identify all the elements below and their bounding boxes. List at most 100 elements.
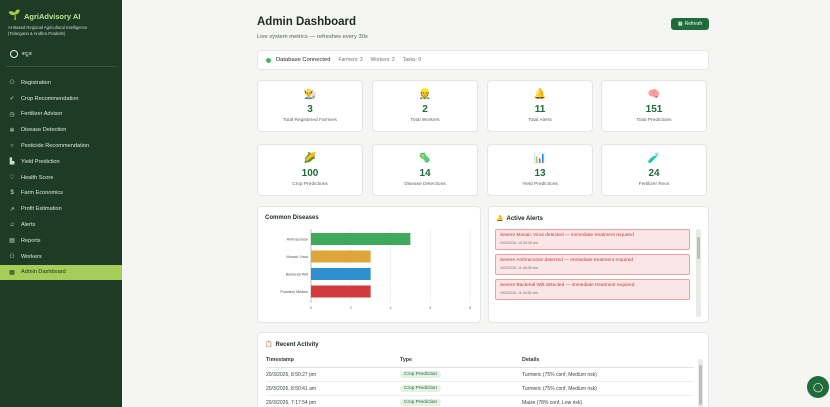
connection-status: Database Connected [276,57,331,63]
table-row: 20/3/2026, 7:17:54 pm Crop Prediction Maiz… [266,395,694,407]
col-type: Type [400,353,522,368]
corn-icon: 🌽 [303,153,317,164]
diseases-bar-chart: 0 2 4 6 8 Anthracnose Mosaic Virus Bacterial Wi… [280,229,471,310]
stat-label: Fertilizer Recs [638,182,670,187]
activity-scroll-thumb[interactable] [699,365,702,405]
chat-bubble-icon: ◯ [812,381,824,392]
sidebar-item-label: Farm Economics [21,190,63,197]
sidebar-item-admin-dashboard[interactable]: ▦ Admin Dashboard [0,264,122,281]
tasks-count: Tasks: 0 [402,57,422,63]
brand-subtitle: AI-Based Regional Agricultural Intellige… [8,25,114,36]
stat-label: Total Alerts [528,118,552,123]
active-alerts-header: 🔔 Active Alerts [496,215,543,223]
x-tick-label: 4 [389,306,391,310]
stat-value: 100 [301,168,319,179]
sidebar-item-health-score[interactable]: ♡ Health Score [0,170,122,186]
stat-value: 2 [422,104,428,115]
chart-bar[interactable] [311,268,371,280]
recent-activity-header: 📋 Recent Activity [265,341,319,349]
alert-item[interactable]: Severe Bacterial Wilt detected — immedia… [495,279,690,300]
brand: 🌱 AgriAdvisory AI AI-Based Regional Agri… [0,0,122,42]
x-tick-label: 0 [310,306,312,310]
dollar-icon: $ [10,190,14,197]
worker-icon: 👷 [418,89,432,100]
refresh-label: Refresh [684,21,703,27]
sidebar-item-label: Alerts [21,222,36,229]
language-selector[interactable]: ಕನ್ನಡ [6,46,116,67]
alert-item[interactable]: Severe Mosaic Virus detected — immediate… [495,229,690,250]
workers-count: Workers: 2 [370,57,395,63]
chart-bar[interactable] [311,233,411,245]
alert-date: 19/3/2026, 11:48:09 am [500,266,538,270]
sidebar-item-disease-detection[interactable]: ✲ Disease Detection [0,122,122,138]
x-tick-label: 2 [350,306,352,310]
stat-value: 11 [534,104,546,115]
sidebar-item-label: Health Score [21,174,54,181]
sidebar-item-reports[interactable]: ▤ Reports [0,233,122,249]
sidebar-item-fertilizer-advisor[interactable]: ◷ Fertilizer Advisor [0,107,122,123]
stat-label: Total Predictions [636,118,672,123]
category-label: Bacterial Wilt [286,272,309,276]
activity-table-body: 20/3/2026, 8:50:27 pm Crop Prediction Turm… [266,367,694,407]
sidebar-item-label: Disease Detection [21,127,67,134]
activity-header-row: Timestamp Type Details [266,353,694,368]
stat-card: 🔔 11 Total Alerts [487,80,593,132]
page-title: Admin Dashboard [257,16,357,28]
alert-date: 20/3/2026, 10:53:08 am [500,241,538,245]
farmers-count: Farmers: 3 [338,57,363,63]
sidebar-nav: ⚇ Registration ✓ Crop Recommendation ◷ Fertil… [0,75,122,281]
sidebar-item-label: Pesticide Recommendation [21,143,90,150]
chart-bar[interactable] [311,285,371,298]
activity-icon: 📋 [265,342,273,348]
col-details: Details [522,353,694,368]
alert-item[interactable]: Severe Anthracnose detected — immediate … [495,254,690,275]
row-type: Crop Prediction [400,395,522,407]
refresh-icon: ▦ [677,21,683,27]
stat-value: 14 [419,168,431,179]
syringe-icon: 🧪 [647,153,661,164]
shield-icon: ○ [10,143,14,150]
alert-date: 19/3/2026, 11:44:52 am [500,291,538,295]
stat-card: 🧠 151 Total Predictions [601,80,707,132]
sidebar-item-alerts[interactable]: ♫ Alerts [0,217,122,233]
file-icon: ▤ [9,238,15,245]
stat-card: 👨‍🌾 3 Total Registered Farmers [257,80,363,132]
category-label: Anthracnose [287,237,308,241]
x-tick-label: 8 [469,306,471,310]
row-details: Maize (78% conf, Low risk) [522,395,694,407]
stat-value: 3 [307,104,313,115]
sidebar-item-label: Admin Dashboard [21,269,66,276]
bell-icon: 🔔 [533,89,547,100]
alerts-scroll-thumb[interactable] [697,237,700,259]
row-timestamp: 20/3/2026, 8:50:27 pm [266,367,400,382]
sidebar-item-yield-prediction[interactable]: ▙ Yield Prediction [0,154,122,170]
sidebar-item-crop-recommendation[interactable]: ✓ Crop Recommendation [0,91,122,107]
stat-card: 📊 13 Yield Predictions [487,144,593,196]
chart-bar[interactable] [311,250,371,263]
alert-text: Severe Bacterial Wilt detected — immedia… [500,283,635,288]
type-badge: Crop Prediction [400,371,442,378]
stat-value: 13 [534,168,546,179]
stat-label: Total Workers [410,118,440,123]
sidebar-item-registration[interactable]: ⚇ Registration [0,75,122,91]
sidebar-item-workers[interactable]: ⚇ Workers [0,249,122,265]
sidebar-item-label: Reports [21,237,41,244]
stat-label: Total Registered Farmers [283,118,337,123]
x-tick-label: 6 [429,306,431,310]
microbe-icon: 🦠 [418,153,432,164]
stat-card: 👷 2 Total Workers [372,80,478,132]
chat-button[interactable]: ◯ [807,376,829,398]
category-label: Mosaic Virus [286,255,308,259]
chart-icon: 📊 [533,153,547,164]
sidebar-item-label: Fertilizer Advisor [21,111,63,118]
sidebar-item-label: Registration [21,79,51,86]
brand-subtitle-line2: (Telangana & Andhra Pradesh) [8,30,66,36]
leaf-logo-icon: 🌱 [8,10,21,21]
sidebar-item-farm-economics[interactable]: $ Farm Economics [0,186,122,202]
flask-icon: ◷ [9,111,15,118]
sidebar-item-pesticide-recommendation[interactable]: ○ Pesticide Recommendation [0,138,122,154]
row-details: Turmeric (75% conf, Medium risk) [522,381,694,396]
refresh-button[interactable]: ▦ Refresh [671,18,709,30]
sidebar-item-label: Yield Prediction [21,158,60,165]
sidebar-item-profit-estimation[interactable]: ↗ Profit Estimation [0,201,122,217]
